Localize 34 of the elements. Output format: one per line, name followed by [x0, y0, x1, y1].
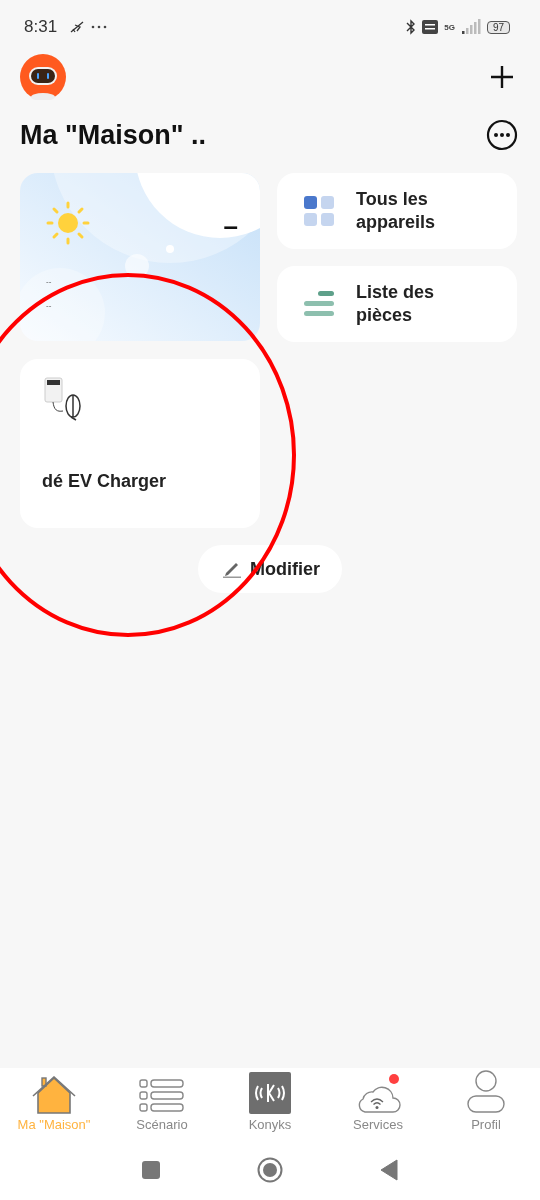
nav-tab[interactable]: Konyks	[225, 1070, 315, 1132]
nav-tab[interactable]: Scénario	[117, 1070, 207, 1132]
list-icon	[304, 291, 334, 317]
sun-icon	[46, 201, 90, 245]
pencil-icon	[222, 560, 242, 578]
network-label: 5G	[444, 22, 455, 32]
brand-logo-icon	[249, 1072, 291, 1114]
home-title[interactable]: Ma "Maison" ..	[20, 119, 207, 151]
nav-tab[interactable]: Services	[333, 1070, 423, 1132]
robot-avatar-icon[interactable]	[20, 54, 66, 100]
signal-icon	[460, 19, 481, 35]
shortcut-card[interactable]: Liste des pièces	[277, 266, 517, 342]
more-options-icon[interactable]	[486, 119, 518, 151]
back-icon[interactable]	[379, 1159, 399, 1181]
weather-text: --	[46, 301, 52, 310]
device-name: dé EV Charger	[42, 471, 167, 492]
battery-indicator: 97	[486, 20, 510, 34]
weather-text: --	[46, 277, 52, 286]
device-card[interactable]: dé EV Charger	[20, 359, 260, 528]
temperature-value: –	[223, 211, 238, 242]
grid-icon	[304, 196, 334, 226]
home-icon[interactable]	[257, 1157, 283, 1183]
nav-tab[interactable]: Profil	[441, 1070, 531, 1132]
shortcut-label: Liste des pièces	[356, 281, 436, 327]
shortcut-label: Tous les appareils	[356, 188, 437, 234]
more-icon	[91, 25, 108, 29]
weather-card[interactable]: – -- --	[20, 173, 260, 341]
recents-icon[interactable]	[141, 1160, 161, 1180]
status-time: 8:31	[24, 17, 58, 37]
house-icon	[32, 1076, 76, 1114]
add-icon[interactable]	[488, 63, 516, 91]
list-icon	[139, 1078, 185, 1114]
bluetooth-icon	[406, 19, 417, 35]
shortcut-card[interactable]: Tous les appareils	[277, 173, 517, 249]
